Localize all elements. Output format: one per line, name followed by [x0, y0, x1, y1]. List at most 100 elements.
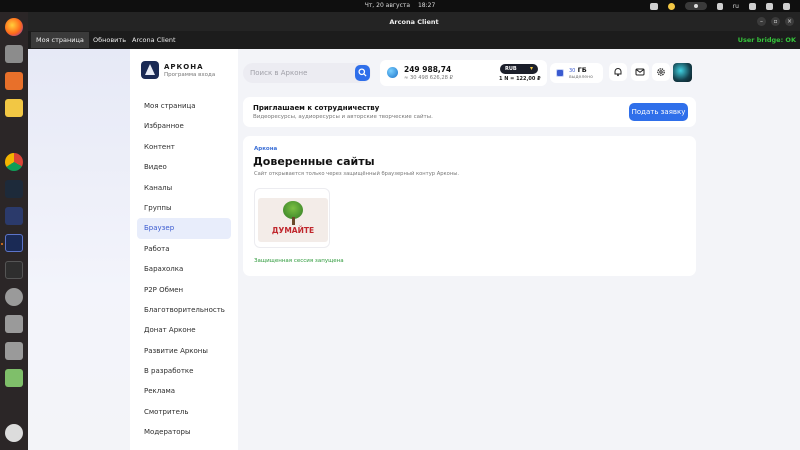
- site-tile-dumayte[interactable]: ДУМАЙТЕ: [254, 188, 330, 248]
- minimize-button[interactable]: –: [757, 17, 766, 26]
- firefox-icon[interactable]: [5, 18, 23, 36]
- tray-volume-icon[interactable]: [766, 2, 773, 10]
- chrome-icon[interactable]: [5, 153, 23, 171]
- sidebar-item-charity[interactable]: Благотворительность: [137, 300, 231, 320]
- tray-app-icon[interactable]: [649, 2, 658, 10]
- brand[interactable]: АРКОНА Программа входа: [141, 61, 215, 79]
- storage-value: 30 ГБ: [569, 66, 587, 74]
- invite-title: Приглашаем к сотрудничеству: [253, 104, 380, 112]
- notifications-button[interactable]: [609, 63, 627, 81]
- tray-sound-icon[interactable]: [716, 2, 723, 10]
- drive-icon[interactable]: [5, 315, 23, 333]
- storage-unit: ГБ: [577, 66, 587, 74]
- close-button[interactable]: ×: [785, 17, 794, 26]
- apply-button[interactable]: Подать заявку: [629, 103, 688, 121]
- sidebar-item-ads[interactable]: Реклама: [137, 381, 231, 401]
- messages-button[interactable]: [631, 63, 649, 81]
- system-time: 18:27: [417, 2, 436, 9]
- trusted-sites-card: Аркона Доверенные сайты Сайт открывается…: [243, 136, 696, 276]
- sidebar-item-favorites[interactable]: Избранное: [137, 116, 231, 136]
- section-description: Сайт открывается только через защищённый…: [254, 171, 459, 177]
- disk-icon[interactable]: [5, 288, 23, 306]
- invite-description: Видеоресурсы, аудиоресурсы и авторские т…: [253, 114, 433, 120]
- tree-trunk: [292, 217, 295, 225]
- search-input[interactable]: [250, 66, 350, 80]
- sidebar-item-channels[interactable]: Каналы: [137, 178, 231, 198]
- currency-select[interactable]: RUB: [500, 64, 538, 74]
- site-logo: ДУМАЙТЕ: [258, 198, 328, 242]
- window-controls: – ▫ ×: [757, 17, 794, 26]
- tray-toggle-icon[interactable]: [684, 2, 707, 10]
- sidebar-nav: Моя страница Избранное Контент Видео Кан…: [137, 96, 231, 443]
- exchange-rate: 1 N = 122,00 ₽: [499, 76, 541, 82]
- mail-icon: [635, 68, 645, 76]
- terminal-icon[interactable]: [5, 261, 23, 279]
- sidebar-item-watcher[interactable]: Смотритель: [137, 402, 231, 422]
- arcona-logo-icon: [141, 61, 159, 79]
- sidebar-item-p2p[interactable]: P2P Обмен: [137, 280, 231, 300]
- sidebar-item-flea-market[interactable]: Барахолка: [137, 259, 231, 279]
- menu-my-page[interactable]: Моя страница: [31, 32, 89, 48]
- storage-icon: [556, 69, 564, 77]
- system-date: Чт, 20 августа: [364, 2, 411, 9]
- maximize-button[interactable]: ▫: [771, 17, 780, 26]
- window-titlebar[interactable]: Arcona Client – ▫ ×: [28, 12, 800, 31]
- storage-value-number: 30: [569, 68, 576, 74]
- sidebar-item-moderators[interactable]: Модераторы: [137, 422, 231, 442]
- session-status: Защищенная сессия запущена: [254, 258, 344, 264]
- system-top-bar: Чт, 20 августа 18:27 ru: [0, 0, 800, 12]
- arcona-a-icon[interactable]: [5, 207, 23, 225]
- storage-widget[interactable]: 30 ГБ выделено: [550, 63, 603, 83]
- balance-fiat: ≈ 30 498 626,28 ₽: [404, 75, 453, 81]
- app-icon[interactable]: [5, 180, 23, 198]
- bell-icon: [614, 68, 622, 77]
- sidebar-item-groups[interactable]: Группы: [137, 198, 231, 218]
- tray-emoji-icon[interactable]: [667, 2, 675, 10]
- sidebar-item-my-page[interactable]: Моя страница: [137, 96, 231, 116]
- balance-widget[interactable]: 249 988,74 ≈ 30 498 626,28 ₽ RUB 1 N = 1…: [380, 60, 547, 86]
- sidebar-item-browser[interactable]: Браузер: [137, 218, 231, 239]
- files-icon[interactable]: [5, 45, 23, 63]
- brand-name: АРКОНА: [164, 62, 204, 71]
- storage-label: выделено: [569, 75, 593, 80]
- bridge-status: User bridge: OK: [737, 36, 796, 44]
- page-title: Доверенные сайты: [253, 155, 375, 168]
- app-store-icon[interactable]: [5, 72, 23, 90]
- menu-arcona-client[interactable]: Arcona Client: [132, 36, 176, 44]
- dock: [0, 12, 28, 450]
- text-editor-icon[interactable]: [5, 99, 23, 117]
- avatar[interactable]: [673, 63, 692, 82]
- search-button[interactable]: [355, 65, 370, 81]
- search-icon: [358, 68, 367, 77]
- system-tray: ru: [649, 1, 790, 11]
- tray-language[interactable]: ru: [733, 3, 739, 10]
- active-indicator: [1, 243, 3, 245]
- sidebar-item-work[interactable]: Работа: [137, 239, 231, 259]
- sidebar-item-content[interactable]: Контент: [137, 137, 231, 157]
- menu-refresh[interactable]: Обновить: [93, 36, 126, 44]
- app-menubar: Моя страница Обновить Arcona Client User…: [28, 31, 800, 49]
- drive2-icon[interactable]: [5, 342, 23, 360]
- arcona-client-icon[interactable]: [5, 234, 23, 252]
- tray-network-icon[interactable]: [749, 2, 756, 10]
- sidebar: АРКОНА Программа входа Моя страница Избр…: [130, 49, 238, 450]
- globe-icon: [387, 67, 398, 78]
- invite-card: Приглашаем к сотрудничеству Видеоресурсы…: [243, 97, 696, 127]
- app-content: АРКОНА Программа входа Моя страница Избр…: [28, 49, 800, 450]
- site-logo-text: ДУМАЙТЕ: [271, 226, 315, 235]
- background-panel: [28, 49, 130, 450]
- window-title: Arcona Client: [389, 18, 439, 26]
- sidebar-item-in-progress[interactable]: В разработке: [137, 361, 231, 381]
- tray-power-icon[interactable]: [783, 2, 790, 10]
- trash-icon[interactable]: [5, 369, 23, 387]
- brand-subtitle: Программа входа: [164, 71, 216, 78]
- sidebar-item-video[interactable]: Видео: [137, 157, 231, 177]
- section-kicker: Аркона: [254, 146, 278, 152]
- gear-icon: [657, 68, 665, 76]
- sidebar-item-donate[interactable]: Донат Арконе: [137, 320, 231, 340]
- apps-grid-icon[interactable]: [5, 424, 23, 442]
- search-box: [243, 63, 371, 83]
- settings-button[interactable]: [652, 63, 670, 81]
- balance-amount: 249 988,74: [404, 65, 452, 74]
- sidebar-item-development[interactable]: Развитие Арконы: [137, 341, 231, 361]
